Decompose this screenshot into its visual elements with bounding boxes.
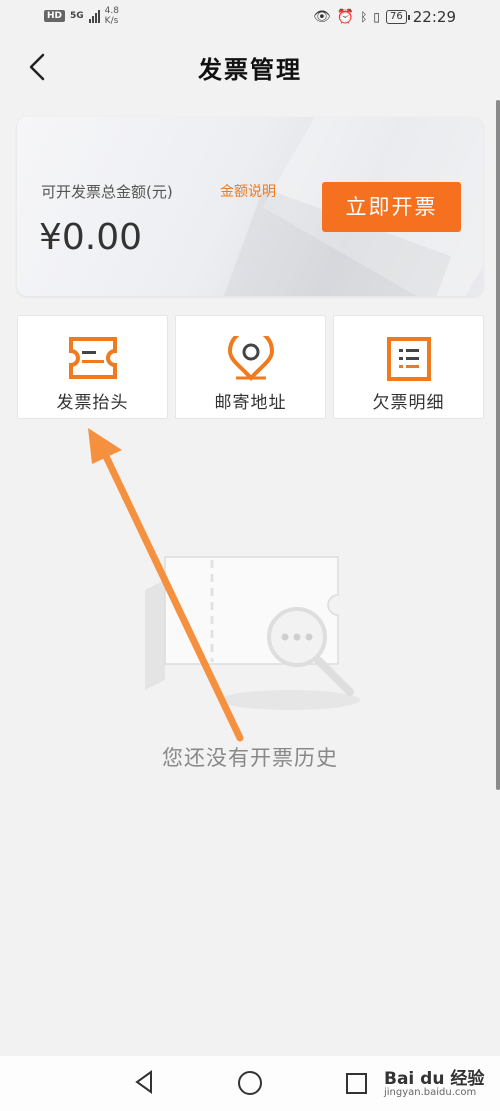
- clock: 22:29: [412, 8, 456, 26]
- tile-mailing-address[interactable]: 邮寄地址: [175, 315, 326, 419]
- empty-invoice-illustration: [145, 556, 360, 710]
- nav-home-icon[interactable]: [238, 1071, 262, 1095]
- signal-icon: [88, 9, 100, 23]
- nav-recents-icon[interactable]: [346, 1073, 367, 1094]
- scrollbar[interactable]: [496, 100, 500, 790]
- amount-label: 可开发票总金额(元): [41, 183, 173, 201]
- eye-icon: 👁: [313, 9, 331, 25]
- network-type: 5G: [70, 11, 84, 21]
- feature-tiles: 发票抬头 邮寄地址 欠票明细: [17, 315, 484, 419]
- vibrate-icon: ▯: [373, 10, 381, 24]
- speed-unit: K/s: [104, 16, 119, 26]
- tile-label: 欠票明细: [372, 393, 445, 413]
- empty-state-message: 您还没有开票历史: [162, 746, 338, 770]
- tile-label: 发票抬头: [56, 393, 129, 413]
- ticket-icon: [68, 337, 117, 379]
- tile-invoice-title[interactable]: 发票抬头: [17, 315, 168, 419]
- amount-value: ¥0.00: [39, 217, 143, 258]
- location-pin-icon: [227, 336, 274, 381]
- amount-help-link[interactable]: 金额说明: [220, 181, 276, 201]
- alarm-icon: ⏰: [336, 9, 355, 25]
- bluetooth-icon: ᛒ: [360, 10, 368, 24]
- system-nav-bar: Bai du 经验 jingyan.baidu.com: [0, 1056, 500, 1111]
- watermark-sub: jingyan.baidu.com: [384, 1087, 477, 1098]
- status-right: 👁 ⏰ ᛒ ▯ 76 22:29: [313, 8, 456, 26]
- list-detail-icon: [386, 337, 431, 381]
- page-title: 发票管理: [198, 56, 302, 84]
- watermark-text: Bai du 经验: [384, 1069, 485, 1089]
- nav-back-icon[interactable]: [134, 1070, 154, 1094]
- network-speed: 4.8 K/s: [105, 6, 119, 26]
- hd-badge: HD: [44, 10, 66, 22]
- header: 发票管理: [0, 34, 500, 100]
- invoice-summary-card: 可开发票总金额(元) 金额说明 ¥0.00 立即开票: [17, 117, 483, 296]
- speed-value: 4.8: [104, 6, 119, 16]
- issue-invoice-button[interactable]: 立即开票: [322, 182, 461, 232]
- battery-icon: 76: [386, 10, 410, 24]
- status-left: HD 5G 4.8 K/s: [44, 6, 119, 26]
- tile-owed-invoice-details[interactable]: 欠票明细: [333, 315, 484, 419]
- baidu-jingyan-watermark: Bai du 经验 jingyan.baidu.com: [384, 1064, 484, 1098]
- tile-label: 邮寄地址: [214, 393, 287, 413]
- status-bar: HD 5G 4.8 K/s 👁 ⏰ ᛒ ▯ 76 22:29: [0, 0, 500, 34]
